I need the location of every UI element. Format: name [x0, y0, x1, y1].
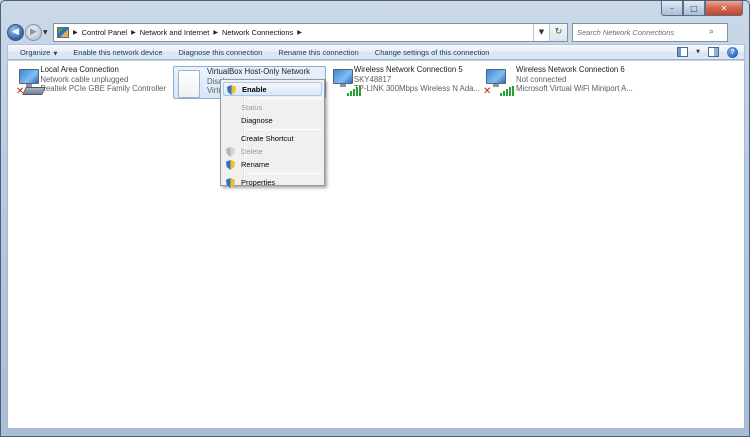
navigation-bar: ◀ ▶ ▼ ▶ Control Panel ▶ Network and Inte… [7, 21, 745, 43]
menu-item-enable[interactable]: Enable [223, 82, 322, 96]
maximize-button[interactable]: □ [683, 1, 705, 16]
command-bar-right: ▼ ? [677, 46, 744, 58]
menu-separator [245, 98, 322, 99]
connection-name: Wireless Network Connection 5 [353, 65, 463, 74]
connection-local-area[interactable]: ✕ Local Area Connection Network cable un… [16, 65, 166, 99]
preview-pane-icon[interactable] [708, 47, 719, 57]
connection-name: Wireless Network Connection 6 [516, 65, 625, 74]
menu-item-label: Create Shortcut [241, 134, 294, 143]
menu-item-rename[interactable]: Rename [223, 158, 322, 171]
view-options-dropdown[interactable]: ▼ [696, 49, 700, 55]
forward-button[interactable]: ▶ [25, 23, 42, 41]
breadcrumb-separator[interactable]: ▶ [73, 29, 78, 36]
minimize-button[interactable]: – [661, 1, 683, 16]
menu-item-label: Properties [241, 178, 276, 187]
change-settings-button[interactable]: Change settings of this connection [367, 48, 498, 57]
recent-pages-dropdown[interactable]: ▼ [43, 29, 51, 36]
explorer-window: – □ ✕ ◀ ▶ ▼ ▶ Control Panel ▶ Network an… [0, 0, 750, 437]
menu-item-diagnose[interactable]: Diagnose [223, 114, 322, 127]
command-bar: Organize ▼ Enable this network device Dia… [7, 44, 745, 60]
connection-status: Network cable unplugged [40, 74, 129, 84]
help-icon[interactable]: ? [727, 46, 738, 58]
error-x-icon: ✕ [16, 86, 25, 97]
chevron-down-icon: ▼ [53, 50, 58, 57]
wireless-network-icon: ✕ [483, 67, 514, 97]
connection-status: Not connected [516, 74, 567, 84]
uac-shield-icon [227, 85, 236, 95]
breadcrumb-separator[interactable]: ▶ [131, 29, 136, 36]
search-icon[interactable]: ⌕ [709, 27, 714, 37]
control-panel-icon [57, 26, 69, 38]
uac-shield-icon [226, 160, 235, 170]
menu-separator [245, 173, 322, 174]
menu-item-properties[interactable]: Properties [223, 176, 322, 189]
signal-strength-icon [500, 86, 514, 96]
connection-device: Microsoft Virtual WiFi Miniport A... [516, 84, 633, 93]
close-button[interactable]: ✕ [705, 1, 743, 16]
connection-status: SKY48817 [353, 74, 392, 84]
wireless-network-icon [330, 67, 361, 97]
signal-strength-icon [347, 86, 361, 96]
enable-device-button[interactable]: Enable this network device [65, 48, 170, 57]
menu-item-create-shortcut[interactable]: Create Shortcut [223, 132, 322, 145]
back-button[interactable]: ◀ [7, 23, 24, 41]
address-bar[interactable]: ▶ Control Panel ▶ Network and Internet ▶… [53, 22, 568, 42]
menu-item-label: Rename [241, 160, 270, 169]
menu-item-delete[interactable]: Delete [223, 145, 322, 158]
menu-item-label: Delete [241, 147, 263, 156]
menu-item-status[interactable]: Status [223, 101, 322, 114]
error-x-icon: ✕ [483, 86, 492, 97]
address-history-dropdown[interactable]: ▼ [533, 23, 549, 41]
organize-button[interactable]: Organize ▼ [12, 48, 65, 57]
menu-item-label: Diagnose [241, 116, 273, 125]
connection-name: Local Area Connection [40, 65, 119, 74]
change-view-icon[interactable] [677, 47, 689, 57]
address-bar-end: ▼ ↻ [533, 23, 567, 41]
menu-separator [245, 129, 322, 130]
organize-label: Organize [20, 47, 51, 57]
breadcrumb-separator[interactable]: ▶ [297, 29, 302, 36]
breadcrumb-control-panel[interactable]: Control Panel [82, 28, 127, 37]
breadcrumb-network-connections[interactable]: Network Connections [222, 28, 293, 37]
diagnose-connection-button[interactable]: Diagnose this connection [171, 48, 271, 57]
uac-shield-icon [226, 178, 235, 188]
uac-shield-icon [226, 147, 235, 157]
rename-connection-button[interactable]: Rename this connection [270, 48, 366, 57]
search-box[interactable]: ⌕ [572, 22, 728, 42]
connection-name: VirtualBox Host-Only Network [207, 67, 310, 76]
breadcrumb-network-and-internet[interactable]: Network and Internet [140, 28, 210, 37]
connection-device: TP-LINK 300Mbps Wireless N Ada... [353, 84, 480, 93]
caption-buttons: – □ ✕ [661, 1, 743, 16]
connection-wireless-6[interactable]: ✕ Wireless Network Connection 6 Not conn… [483, 65, 643, 99]
refresh-button[interactable]: ↻ [549, 23, 567, 41]
connection-wireless-5[interactable]: Wireless Network Connection 5 SKY48817 T… [330, 65, 480, 99]
context-menu: Enable Status Diagnose Create Shortcut D… [220, 79, 325, 189]
menu-item-label: Enable [242, 84, 267, 94]
connection-device: Realtek PCIe GBE Family Controller [40, 84, 166, 93]
connections-list: ✕ Local Area Connection Network cable un… [7, 61, 745, 429]
breadcrumb-separator[interactable]: ▶ [213, 29, 218, 36]
wired-network-icon: ✕ [16, 67, 46, 97]
disabled-adapter-icon [174, 69, 204, 99]
menu-item-label: Status [241, 103, 263, 112]
search-input[interactable] [577, 27, 709, 37]
